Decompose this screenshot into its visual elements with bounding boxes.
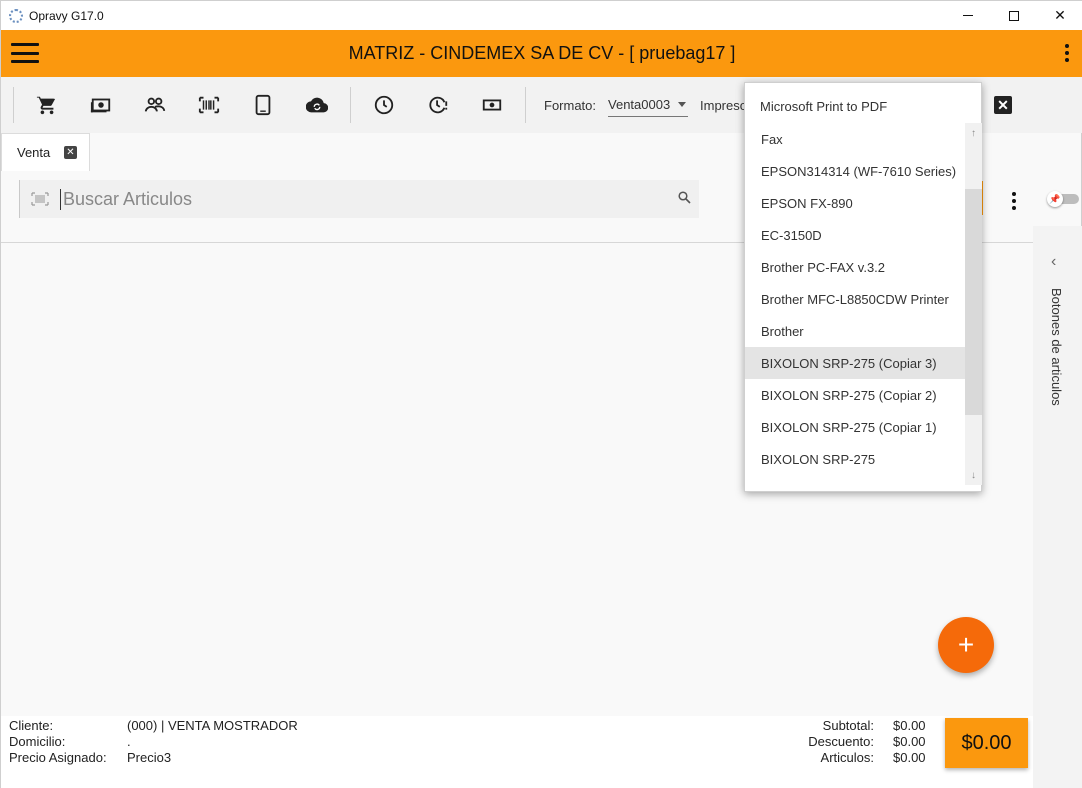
- barcode-scan-icon: [20, 192, 60, 206]
- clock-button[interactable]: [357, 85, 411, 125]
- cliente-label: Cliente:: [9, 718, 54, 733]
- maximize-button[interactable]: [991, 1, 1037, 30]
- search-box: [19, 180, 699, 218]
- menu-icon[interactable]: [11, 43, 39, 63]
- total-label: $0.00: [961, 731, 1012, 754]
- search-input[interactable]: [60, 188, 660, 210]
- dropdown-scrollbar[interactable]: ↑ ↓: [965, 123, 982, 485]
- customers-button[interactable]: [128, 85, 182, 125]
- chevron-down-icon: [678, 102, 687, 107]
- money-button[interactable]: [465, 85, 519, 125]
- tablet-icon: [255, 94, 271, 116]
- toolbar-divider: [350, 87, 351, 123]
- subtotal-label: Subtotal:: [822, 718, 874, 733]
- printer-option[interactable]: Brother MFC-L8850CDW Printer: [745, 283, 965, 315]
- scrollbar-thumb[interactable]: [965, 189, 982, 415]
- cliente-value: (000) | VENTA MOSTRADOR: [127, 718, 298, 733]
- minimize-icon: [963, 15, 973, 16]
- printer-option[interactable]: EC-3150D: [745, 219, 965, 251]
- people-icon: [144, 97, 166, 112]
- tab-label: Venta: [17, 145, 51, 160]
- clock-icon: [374, 95, 394, 115]
- subtotal-value: $0.00: [893, 718, 926, 733]
- precio-label: Precio Asignado:: [9, 750, 107, 765]
- page-title: MATRIZ - CINDEMEX SA DE CV - [ pruebag17…: [348, 43, 736, 63]
- pin-toggle[interactable]: 📌: [1047, 191, 1079, 207]
- maximize-icon: [1009, 10, 1019, 21]
- printer-option[interactable]: Microsoft Print to PDF: [760, 99, 887, 114]
- cart-icon: [36, 95, 56, 115]
- close-toolbar-button[interactable]: ✕: [994, 96, 1012, 114]
- articulos-value: $0.00: [893, 750, 926, 765]
- cart-button[interactable]: [20, 85, 74, 125]
- toolbar-divider: [525, 87, 526, 123]
- tablet-button[interactable]: [236, 85, 290, 125]
- formato-value: Venta0003: [608, 97, 671, 112]
- scroll-up-icon[interactable]: ↑: [965, 125, 982, 141]
- barcode-button[interactable]: [182, 85, 236, 125]
- printer-dropdown: Microsoft Print to PDF Fax EPSON314314 (…: [744, 82, 982, 492]
- cash-icon: [90, 98, 111, 113]
- domicilio-label: Domicilio:: [9, 734, 66, 749]
- total-pay-button[interactable]: $0.00: [945, 718, 1028, 768]
- window-titlebar: Opravy G17.0 ✕: [1, 1, 1082, 30]
- articulos-label: Articulos:: [820, 750, 874, 765]
- cloud-sync-icon: [306, 97, 328, 113]
- header-more-icon[interactable]: [1065, 44, 1069, 62]
- sale-footer: Cliente: (000) | VENTA MOSTRADOR Domicil…: [1, 716, 1033, 788]
- descuento-value: $0.00: [893, 734, 926, 749]
- tab-close-icon[interactable]: ✕: [64, 146, 77, 159]
- close-window-button[interactable]: ✕: [1037, 1, 1082, 30]
- chevron-left-icon[interactable]: ‹: [1051, 253, 1056, 271]
- printer-option-highlighted[interactable]: BIXOLON SRP-275 (Copiar 3): [745, 347, 965, 379]
- scroll-down-icon[interactable]: ↓: [965, 467, 982, 483]
- printer-option[interactable]: Brother: [745, 315, 965, 347]
- formato-select[interactable]: Venta0003: [608, 93, 689, 117]
- close-icon: ✕: [1054, 7, 1066, 23]
- printer-option[interactable]: Brother PC-FAX v.3.2: [745, 251, 965, 283]
- search-more-icon[interactable]: [1012, 192, 1016, 210]
- article-buttons-panel[interactable]: ‹ Botones de articulos: [1033, 226, 1082, 788]
- printer-option[interactable]: BIXOLON SRP-275 (Copiar 2): [745, 379, 965, 411]
- domicilio-value: .: [127, 734, 131, 749]
- clock-alert-icon: [429, 96, 448, 114]
- tab-venta[interactable]: Venta ✕: [1, 133, 90, 171]
- minimize-button[interactable]: [945, 1, 991, 30]
- app-logo-icon: [9, 8, 23, 23]
- search-icon[interactable]: [678, 191, 691, 209]
- window-controls: ✕: [945, 1, 1082, 30]
- toolbar-divider: [13, 87, 14, 123]
- printer-option[interactable]: BIXOLON SRP-275 (Copiar 1): [745, 411, 965, 443]
- cloud-sync-button[interactable]: [290, 85, 344, 125]
- window-title: Opravy G17.0: [29, 8, 104, 23]
- printer-option[interactable]: Fax: [745, 123, 965, 155]
- plus-icon: +: [957, 629, 975, 660]
- app-header: MATRIZ - CINDEMEX SA DE CV - [ pruebag17…: [1, 30, 1082, 77]
- money-icon: [482, 99, 502, 111]
- close-icon: ✕: [997, 96, 1009, 113]
- precio-value: Precio3: [127, 750, 172, 765]
- printer-option[interactable]: EPSON314314 (WF-7610 Series): [745, 155, 965, 187]
- printer-option[interactable]: EPSON FX-890: [745, 187, 965, 219]
- barcode-icon: [198, 96, 220, 114]
- add-fab-button[interactable]: +: [938, 617, 994, 673]
- app-window: Opravy G17.0 ✕ MATRIZ - CINDEMEX SA DE C…: [0, 0, 1082, 788]
- descuento-label: Descuento:: [808, 734, 874, 749]
- article-buttons-label: Botones de articulos: [1049, 288, 1064, 406]
- pin-icon: 📌: [1047, 191, 1063, 207]
- formato-label: Formato:: [544, 97, 597, 113]
- printer-option-list: Fax EPSON314314 (WF-7610 Series) EPSON F…: [745, 123, 965, 475]
- cash-button[interactable]: [74, 85, 128, 125]
- clock-alert-button[interactable]: [411, 85, 465, 125]
- printer-option[interactable]: BIXOLON SRP-275: [745, 443, 965, 475]
